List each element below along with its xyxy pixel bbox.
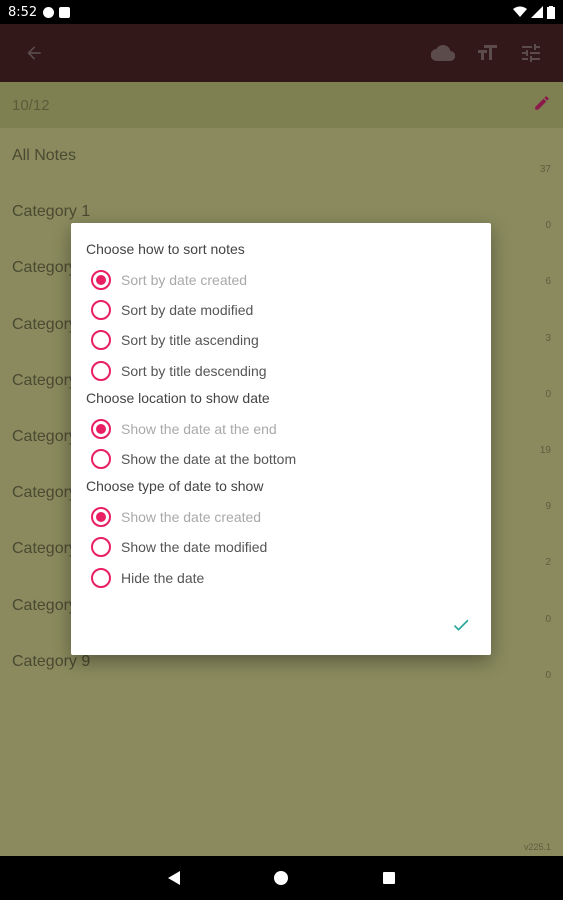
- option-label: Sort by date modified: [121, 302, 254, 319]
- edit-button[interactable]: [533, 94, 551, 116]
- option-label: Sort by date created: [121, 272, 248, 289]
- sort-options-dialog: Choose how to sort notes Sort by date cr…: [71, 223, 491, 655]
- option-label: Show the date at the bottom: [121, 451, 297, 468]
- nav-back-button[interactable]: [159, 863, 189, 893]
- battery-icon: [547, 5, 555, 19]
- settings-button[interactable]: [515, 37, 547, 69]
- radio-unchecked-icon[interactable]: [91, 360, 111, 381]
- category-row-all-notes[interactable]: All Notes 37: [0, 128, 563, 184]
- back-button[interactable]: [16, 35, 52, 71]
- cloud-sync-button[interactable]: [427, 37, 459, 69]
- radio-unchecked-icon[interactable]: [91, 567, 111, 588]
- radio-checked-icon[interactable]: [91, 270, 111, 291]
- square-recents-icon: [383, 872, 396, 884]
- category-count: 6: [545, 276, 551, 288]
- category-count: 19: [539, 444, 551, 456]
- option-label: Show the date at the end: [121, 420, 277, 437]
- date-header: 10/12: [0, 82, 563, 128]
- sort-section-title: Choose how to sort notes: [86, 241, 245, 257]
- category-count: 0: [545, 669, 551, 681]
- category-count: 9: [545, 501, 551, 513]
- category-count: 37: [539, 164, 551, 175]
- option-label: Sort by title ascending: [121, 332, 259, 349]
- app-bar: [0, 24, 563, 82]
- system-nav-bar: [0, 856, 563, 900]
- category-count: 3: [545, 332, 551, 344]
- cloud-icon: [431, 44, 455, 62]
- radio-checked-icon[interactable]: [91, 418, 111, 439]
- status-time: 8:52: [8, 4, 38, 20]
- check-icon: [453, 619, 469, 631]
- radio-sort-title-asc[interactable]: Sort by title ascending: [86, 325, 475, 355]
- wifi-icon: [513, 6, 527, 17]
- category-name: Category 1: [12, 203, 91, 221]
- text-size-button[interactable]: [471, 37, 503, 69]
- category-count: 2: [545, 557, 551, 569]
- category-count: 0: [545, 220, 551, 232]
- nav-home-button[interactable]: [266, 863, 296, 893]
- radio-date-at-bottom[interactable]: Show the date at the bottom: [86, 444, 475, 474]
- signal-icon: [531, 6, 543, 18]
- category-name: Category 9: [12, 652, 91, 670]
- sd-card-icon: [59, 6, 71, 18]
- radio-date-at-end[interactable]: Show the date at the end: [86, 414, 475, 444]
- radio-unchecked-icon[interactable]: [91, 330, 111, 351]
- category-count: 0: [545, 388, 551, 400]
- triangle-back-icon: [167, 871, 180, 885]
- notification-icon: [43, 6, 55, 18]
- radio-date-modified[interactable]: Show the date modified: [86, 532, 475, 562]
- location-section-title: Choose location to show date: [86, 389, 270, 406]
- date-header-label: 10/12: [12, 96, 50, 114]
- option-label: Sort by title descending: [121, 362, 267, 379]
- confirm-button[interactable]: [449, 613, 473, 637]
- radio-hide-date[interactable]: Hide the date: [86, 563, 475, 593]
- category-count: 0: [545, 613, 551, 625]
- status-bar: 8:52: [0, 0, 563, 24]
- text-size-icon: [478, 45, 497, 60]
- option-label: Hide the date: [121, 569, 205, 586]
- radio-unchecked-icon[interactable]: [91, 537, 111, 558]
- radio-sort-date-created[interactable]: Sort by date created: [86, 265, 475, 295]
- pencil-icon: [535, 96, 549, 110]
- arrow-left-icon: [27, 46, 41, 60]
- radio-sort-date-modified[interactable]: Sort by date modified: [86, 295, 475, 325]
- nav-recents-button[interactable]: [374, 863, 404, 893]
- radio-sort-title-desc[interactable]: Sort by title descending: [86, 356, 475, 386]
- radio-unchecked-icon[interactable]: [91, 449, 111, 470]
- version-label: v225.1: [523, 842, 551, 852]
- circle-home-icon: [274, 871, 289, 885]
- option-label: Show the date modified: [121, 539, 268, 556]
- category-name: All Notes: [12, 147, 77, 165]
- radio-date-created[interactable]: Show the date created: [86, 502, 475, 532]
- radio-unchecked-icon[interactable]: [91, 300, 111, 321]
- option-label: Show the date created: [121, 509, 262, 526]
- type-section-title: Choose type of date to show: [86, 478, 264, 495]
- radio-checked-icon[interactable]: [91, 507, 111, 528]
- tune-icon: [522, 44, 540, 62]
